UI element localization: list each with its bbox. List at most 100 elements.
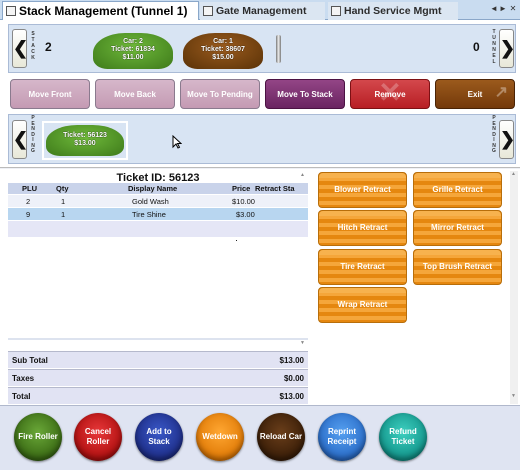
tab-label: Gate Management xyxy=(216,5,307,17)
table-scroll-down-icon[interactable]: ▼ xyxy=(300,340,305,346)
stack-count: 2 xyxy=(45,40,52,54)
stack-car[interactable]: Car: 1 Ticket: 38607 $15.00 xyxy=(183,33,263,69)
wetdown-button[interactable]: Wetdown xyxy=(196,413,244,461)
tab-scroll-right-icon[interactable]: ► xyxy=(498,4,508,13)
section-divider xyxy=(0,167,520,169)
mouse-cursor-icon xyxy=(172,135,182,149)
button-label: Cancel Roller xyxy=(84,427,112,446)
tab-stack-management[interactable]: Stack Management (Tunnel 1) xyxy=(2,1,199,20)
tab-window-icon xyxy=(6,6,16,16)
move-back-button[interactable]: Move Back xyxy=(95,79,175,109)
button-label: Wetdown xyxy=(202,432,238,441)
subtotal-value: $13.00 xyxy=(279,356,304,365)
tab-bar: Stack Management (Tunnel 1) Gate Managem… xyxy=(0,0,520,20)
total-value: $13.00 xyxy=(279,392,304,401)
tire-retract-button[interactable]: Tire Retract xyxy=(318,249,407,285)
taxes-value: $0.00 xyxy=(283,374,304,383)
pending-car-selected[interactable]: Ticket: 56123 $13.00 xyxy=(42,121,128,160)
right-scrollbar[interactable]: ▲ ▼ xyxy=(510,171,518,404)
tab-gate-management[interactable]: Gate Management xyxy=(200,2,325,20)
pending-panel: ❮ PENDING Ticket: 56123 $13.00 PENDING ❯ xyxy=(8,114,516,164)
reprint-receipt-button[interactable]: Reprint Receipt xyxy=(318,413,366,461)
pending-side-label-right: PENDING xyxy=(492,115,496,154)
hitch-retract-button[interactable]: Hitch Retract xyxy=(318,210,407,246)
button-label: Reprint Receipt xyxy=(327,427,357,446)
cell-name: Tire Shine xyxy=(132,210,166,219)
wrap-retract-button[interactable]: Wrap Retract xyxy=(318,287,407,323)
ticket-table-header: PLU Qty Display Name Price Retract Sta xyxy=(8,183,308,194)
tab-label: Stack Management (Tunnel 1) xyxy=(19,4,188,18)
stack-left-arrow-button[interactable]: ❮ xyxy=(12,29,28,68)
table-row[interactable]: 2 1 Gold Wash $10.00 xyxy=(8,195,308,207)
move-to-stack-button[interactable]: Move To Stack xyxy=(265,79,345,109)
exit-label: Exit xyxy=(467,90,483,99)
retract-label: Top Brush Retract xyxy=(422,262,493,271)
cell-plu: 2 xyxy=(26,197,31,206)
retract-label: Tire Retract xyxy=(340,262,385,271)
car-amount: $15.00 xyxy=(212,54,234,61)
reload-car-button[interactable]: Reload Car xyxy=(257,413,305,461)
blower-retract-button[interactable]: Blower Retract xyxy=(318,172,407,208)
stack-car[interactable]: Car: 2 Ticket: 61834 $11.00 xyxy=(93,33,173,69)
button-label: Reload Car xyxy=(259,432,303,441)
tab-window-icon xyxy=(331,6,341,16)
taxes-label: Taxes xyxy=(12,374,35,383)
col-display-name: Display Name xyxy=(128,184,178,193)
pending-left-arrow-button[interactable]: ❮ xyxy=(12,120,28,159)
subtotal-label: Sub Total xyxy=(12,356,48,365)
car-amount: $11.00 xyxy=(122,54,144,61)
fire-roller-button[interactable]: Fire Roller xyxy=(14,413,62,461)
stack-panel: ❮ STACK 2 Car: 2 Ticket: 61834 $11.00 Ca… xyxy=(8,24,516,73)
cell-qty: 1 xyxy=(61,210,66,219)
grille-retract-button[interactable]: Grille Retract xyxy=(413,172,502,208)
col-retract-status: Retract Sta xyxy=(255,184,295,193)
exit-arrow-icon: ↗ xyxy=(494,84,508,101)
table-row-empty xyxy=(8,221,308,237)
retract-label: Hitch Retract xyxy=(337,223,388,232)
retract-label: Wrap Retract xyxy=(337,300,388,309)
pending-right-arrow-button[interactable]: ❯ xyxy=(499,120,515,159)
remove-button[interactable]: ✕ Remove xyxy=(350,78,430,109)
refund-ticket-button[interactable]: Refund Ticket xyxy=(379,413,427,461)
move-front-button[interactable]: Move Front xyxy=(10,79,90,109)
car-number: Car: 2 xyxy=(123,38,143,45)
stack-right-arrow-button[interactable]: ❯ xyxy=(499,29,515,68)
cell-qty: 1 xyxy=(61,197,66,206)
car-number: Car: 1 xyxy=(213,38,233,45)
stack-drag-handle[interactable] xyxy=(276,35,281,63)
car-ticket: Ticket: 61834 xyxy=(111,46,155,53)
car-ticket: Ticket: 38607 xyxy=(201,46,245,53)
cancel-roller-button[interactable]: Cancel Roller xyxy=(74,413,122,461)
subtotal-row: Sub Total $13.00 xyxy=(8,351,308,368)
move-to-pending-button[interactable]: Move To Pending xyxy=(180,79,260,109)
exit-button[interactable]: ↗ Exit xyxy=(435,79,515,109)
tunnel-side-label: TUNNEL xyxy=(492,29,496,65)
cell-plu: 9 xyxy=(26,210,31,219)
table-row[interactable]: 9 1 Tire Shine $3.00 xyxy=(8,208,308,220)
table-scroll-up-icon[interactable]: ▲ xyxy=(300,172,305,178)
taxes-row: Taxes $0.00 xyxy=(8,369,308,386)
car-amount: $13.00 xyxy=(74,140,96,147)
tab-hand-service-mgmt[interactable]: Hand Service Mgmt xyxy=(328,2,458,20)
total-label: Total xyxy=(12,392,31,401)
car-ticket: Ticket: 56123 xyxy=(63,132,107,139)
add-to-stack-button[interactable]: Add to Stack xyxy=(135,413,183,461)
scroll-down-icon[interactable]: ▼ xyxy=(511,393,516,399)
retract-label: Blower Retract xyxy=(334,185,391,194)
top-brush-retract-button[interactable]: Top Brush Retract xyxy=(413,249,502,285)
col-plu: PLU xyxy=(22,184,37,193)
button-label: Fire Roller xyxy=(18,432,58,441)
pending-car: Ticket: 56123 $13.00 xyxy=(46,125,124,156)
table-footer-line xyxy=(8,338,308,340)
total-row: Total $13.00 xyxy=(8,387,308,404)
mirror-retract-button[interactable]: Mirror Retract xyxy=(413,210,502,246)
cell-price: $10.00 xyxy=(232,197,255,206)
retract-label: Grille Retract xyxy=(432,185,483,194)
close-icon[interactable]: ✕ xyxy=(508,4,518,13)
tunnel-count: 0 xyxy=(473,40,480,54)
pending-side-label: PENDING xyxy=(31,115,35,154)
cell-price: $3.00 xyxy=(236,210,255,219)
scroll-up-icon[interactable]: ▲ xyxy=(511,171,516,177)
stack-side-label: STACK xyxy=(31,31,35,61)
tab-label: Hand Service Mgmt xyxy=(344,5,442,17)
